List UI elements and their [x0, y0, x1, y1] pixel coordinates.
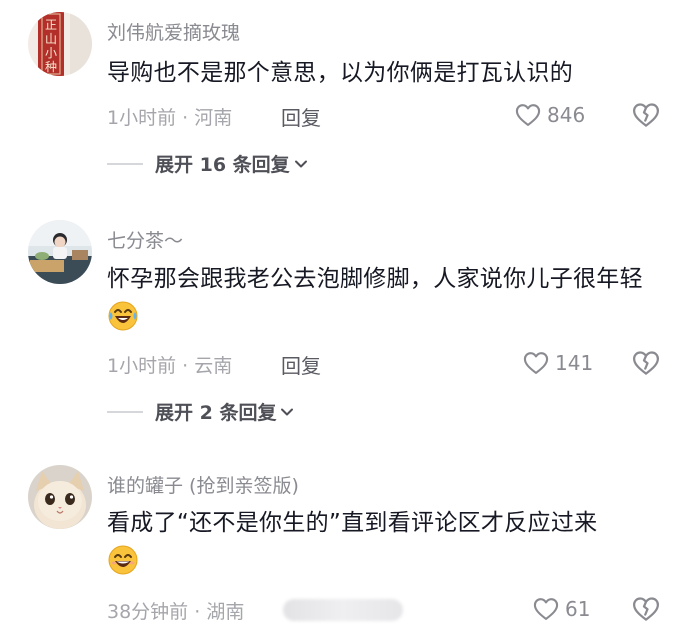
location: 云南 — [194, 355, 233, 377]
comment-text-body: 看成了“还不是你生的”直到看评论区才反应过来 — [107, 510, 598, 536]
heart-outline-icon — [515, 104, 541, 126]
reply-button[interactable]: 回复 — [281, 102, 321, 131]
username[interactable]: 七分茶～ — [107, 226, 183, 253]
like-button[interactable]: 61 — [532, 594, 590, 624]
svg-text:正: 正 — [45, 18, 57, 32]
expand-replies-label: 展开 16 条回复 — [155, 154, 290, 176]
timestamp: 38分钟前 — [107, 601, 189, 623]
expand-replies-label: 展开 2 条回复 — [155, 402, 277, 424]
chevron-down-icon — [281, 408, 294, 415]
heart-outline-icon — [533, 598, 559, 620]
laughing-crying-emoji — [108, 301, 138, 331]
comment-item: 谁的罐子 (抢到亲签版) 看成了“还不是你生的”直到看评论区才反应过来 38分钟… — [0, 455, 690, 630]
separator-dot: · — [182, 107, 189, 129]
like-button[interactable]: 141 — [522, 348, 593, 378]
heart-outline-icon — [523, 352, 549, 374]
separator-dot: · — [182, 355, 189, 377]
username[interactable]: 谁的罐子 (抢到亲签版) — [107, 471, 299, 498]
location: 湖南 — [206, 601, 245, 623]
comment-meta: 1小时前 · 河南 — [107, 103, 232, 130]
comment-text: 导购也不是那个意思，以为你俩是打瓦认识的 — [107, 60, 573, 86]
comment-text-body: 怀孕那会跟我老公去泡脚修脚，人家说你儿子很年轻 — [107, 266, 643, 292]
grinning-emoji — [108, 545, 138, 575]
divider-line — [107, 162, 143, 165]
dislike-button[interactable] — [631, 348, 661, 378]
location: 河南 — [194, 107, 233, 129]
broken-heart-icon — [633, 351, 659, 375]
like-count: 61 — [565, 597, 591, 621]
avatar[interactable]: 正 山 小 种 — [28, 12, 92, 76]
reply-button[interactable]: 回复 — [281, 350, 321, 379]
comment-item: 七分茶～ 怀孕那会跟我老公去泡脚修脚，人家说你儿子很年轻 1小时前 · 云南 回… — [0, 210, 690, 440]
obscured-area — [283, 599, 403, 621]
expand-replies-button[interactable]: 展开 16 条回复 — [107, 150, 309, 177]
avatar[interactable] — [28, 465, 92, 529]
broken-heart-icon — [633, 103, 659, 127]
separator-dot: · — [194, 601, 201, 623]
timestamp: 1小时前 — [107, 107, 177, 129]
broken-heart-icon — [633, 597, 659, 621]
comment-text: 看成了“还不是你生的”直到看评论区才反应过来 — [107, 503, 667, 583]
comment-text: 怀孕那会跟我老公去泡脚修脚，人家说你儿子很年轻 — [107, 259, 667, 339]
chevron-down-icon — [294, 160, 307, 167]
like-count: 141 — [555, 351, 594, 375]
expand-replies-button[interactable]: 展开 2 条回复 — [107, 398, 295, 425]
dislike-button[interactable] — [631, 594, 661, 624]
comment-item: 正 山 小 种 刘伟航爱摘玫瑰 导购也不是那个意思，以为你俩是打瓦认识的 1小时… — [0, 0, 690, 200]
comment-meta: 38分钟前 · 湖南 — [107, 597, 244, 624]
svg-text:小: 小 — [45, 46, 57, 60]
username[interactable]: 刘伟航爱摘玫瑰 — [107, 18, 240, 45]
comment-meta: 1小时前 · 云南 — [107, 351, 232, 378]
svg-text:种: 种 — [45, 60, 57, 74]
avatar[interactable] — [28, 220, 92, 284]
like-count: 846 — [547, 103, 586, 127]
divider-line — [107, 410, 143, 413]
like-button[interactable]: 846 — [514, 100, 585, 130]
dislike-button[interactable] — [631, 100, 661, 130]
svg-text:山: 山 — [45, 32, 57, 46]
timestamp: 1小时前 — [107, 355, 177, 377]
